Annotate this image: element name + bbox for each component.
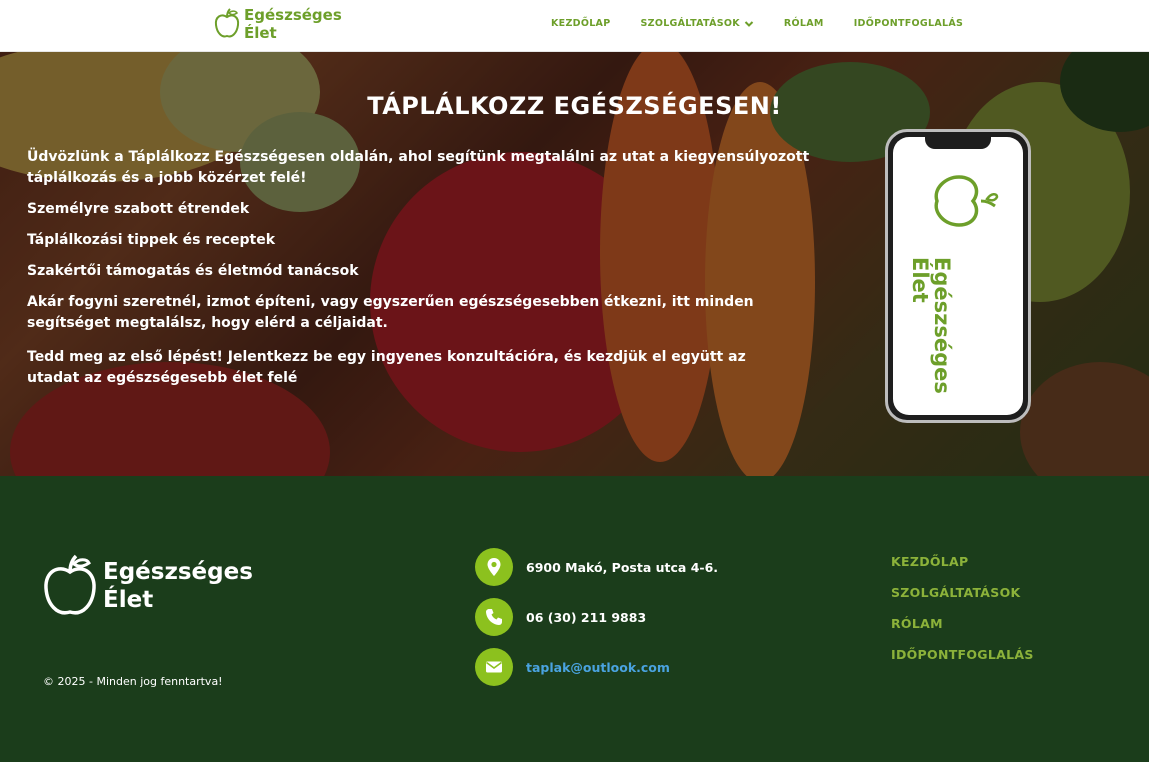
logo-line1: Egészséges (244, 6, 342, 24)
hero-feature-diets: Személyre szabott étrendek (27, 201, 250, 217)
nav-item-idopontfoglalas[interactable]: IDŐPONTFOGLALÁS (854, 18, 963, 29)
phone-logo-line1: Egészséges (930, 257, 954, 394)
hero-title: TÁPLÁLKOZZ EGÉSZSÉGESEN! (367, 92, 782, 120)
nav-item-kezdolap[interactable]: KEZDŐLAP (551, 18, 610, 29)
footer-nav-szolgaltatasok[interactable]: SZOLGÁLTATÁSOK (891, 585, 1034, 600)
footer-logo-text: Egészséges Élet (103, 558, 253, 614)
footer-logo-line2: Élet (103, 587, 154, 613)
site-footer: Egészséges Élet © 2025 - Minden jog fenn… (0, 476, 1149, 762)
nav-item-szolgaltatasok[interactable]: SZOLGÁLTATÁSOK (640, 18, 754, 29)
header-logo[interactable]: Egészséges Élet (214, 6, 342, 42)
main-nav: KEZDŐLAP SZOLGÁLTATÁSOK RÓLAM IDŐPONTFOG… (551, 18, 963, 29)
phone-text: 06 (30) 211 9883 (526, 609, 647, 625)
address-text: 6900 Makó, Posta utca 4-6. (526, 559, 719, 575)
phone-notch (925, 137, 991, 149)
envelope-icon (486, 661, 502, 673)
contact-phone: 06 (30) 211 9883 (475, 598, 646, 636)
apple-icon (44, 554, 96, 615)
chevron-down-icon (744, 20, 754, 27)
footer-nav-kezdolap[interactable]: KEZDŐLAP (891, 554, 1034, 569)
footer-nav: KEZDŐLAP SZOLGÁLTATÁSOK RÓLAM IDŐPONTFOG… (891, 554, 1034, 678)
hero-intro: Üdvözlünk a Táplálkozz Egészségesen olda… (27, 149, 810, 186)
phone-screen: Egészséges Élet (893, 137, 1023, 415)
address-icon-circle (475, 548, 513, 586)
footer-logo[interactable]: Egészséges Élet (43, 554, 253, 618)
phone-logo (929, 173, 999, 233)
map-pin-icon (487, 558, 501, 576)
apple-icon (934, 175, 999, 227)
phone-logo-text: Egészséges Élet (908, 257, 954, 394)
nav-item-rolam[interactable]: RÓLAM (784, 18, 824, 29)
phone-logo-line2: Élet (908, 257, 932, 303)
site-header: Egészséges Élet KEZDŐLAP SZOLGÁLTATÁSOK … (0, 0, 1149, 52)
footer-logo-line1: Egészséges (103, 559, 253, 585)
contact-email: taplak@outlook.com (475, 648, 670, 686)
email-link[interactable]: taplak@outlook.com (526, 660, 670, 675)
logo-text: Egészséges Élet (244, 6, 342, 42)
hero-goals: Akár fogyni szeretnél, izmot építeni, va… (27, 294, 754, 331)
hero-section: TÁPLÁLKOZZ EGÉSZSÉGESEN! Üdvözlünk a Táp… (0, 52, 1149, 476)
footer-nav-idopontfoglalas[interactable]: IDŐPONTFOGLALÁS (891, 647, 1034, 662)
email-icon-circle (475, 648, 513, 686)
phone-icon (486, 609, 502, 625)
hero-feature-tips: Táplálkozási tippek és receptek (27, 232, 276, 248)
apple-icon (214, 8, 240, 38)
hero-feature-support: Szakértői támogatás és életmód tanácsok (27, 263, 359, 279)
phone-icon-circle (475, 598, 513, 636)
nav-item-szolgaltatasok-label: SZOLGÁLTATÁSOK (640, 18, 740, 29)
copyright-text: © 2025 - Minden jog fenntartva! (43, 675, 223, 688)
phone-mockup: Egészséges Élet (885, 129, 1031, 423)
footer-nav-rolam[interactable]: RÓLAM (891, 616, 1034, 631)
hero-cta-text: Tedd meg az első lépést! Jelentkezz be e… (27, 349, 746, 386)
logo-line2: Élet (244, 24, 277, 42)
contact-address: 6900 Makó, Posta utca 4-6. (475, 548, 718, 586)
